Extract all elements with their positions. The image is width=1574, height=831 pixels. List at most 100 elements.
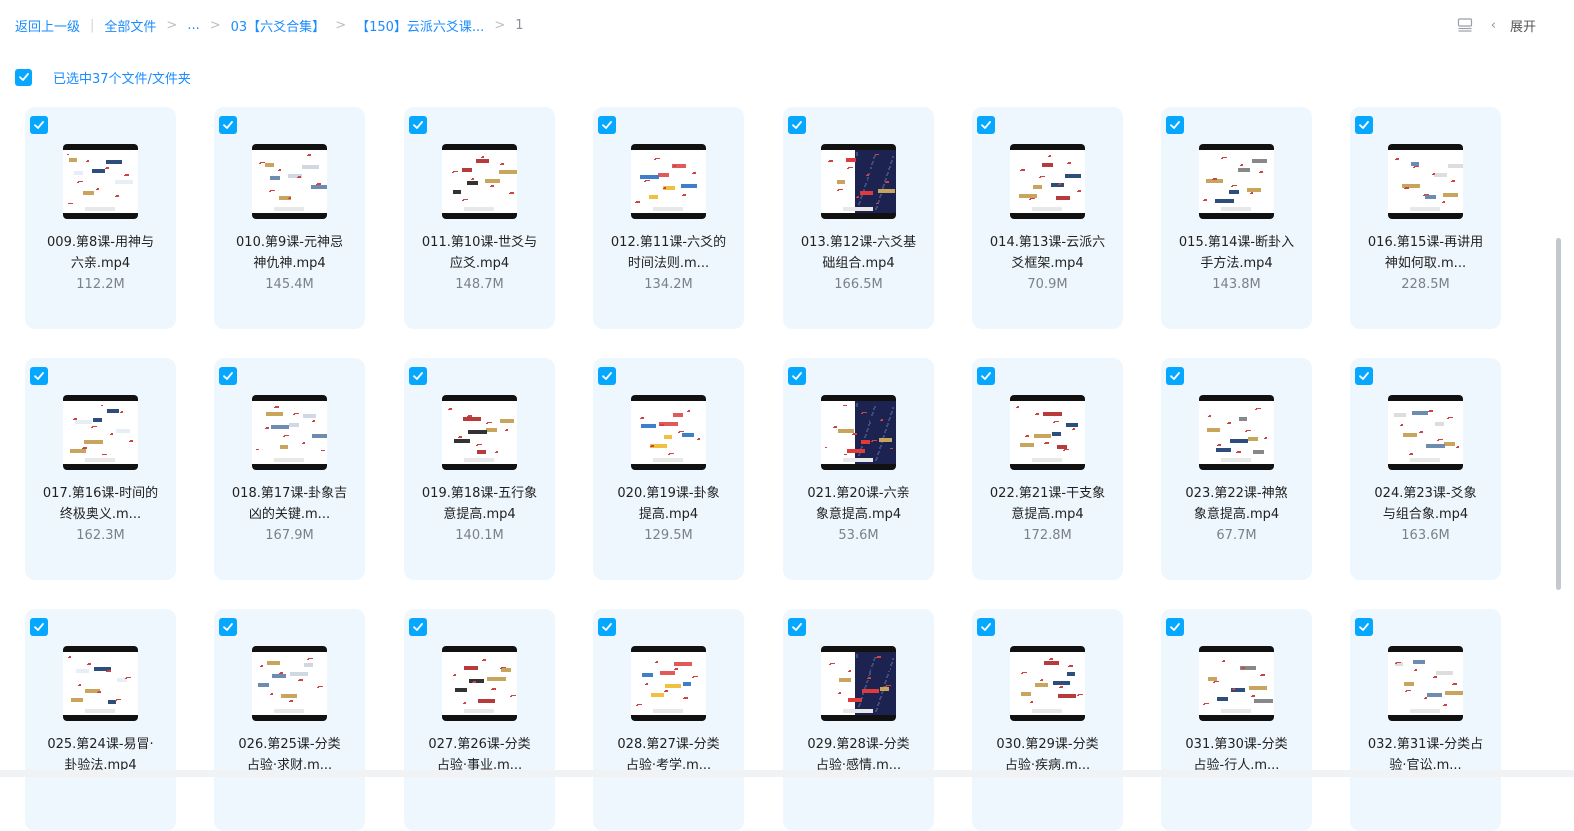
- video-thumbnail[interactable]: [631, 395, 706, 470]
- video-thumbnail[interactable]: [631, 646, 706, 721]
- video-thumbnail[interactable]: [1388, 646, 1463, 721]
- file-checkbox[interactable]: [1166, 116, 1184, 134]
- file-card[interactable]: 032.第31课-分类占 验·官讼.m...: [1350, 609, 1501, 831]
- back-link[interactable]: 返回上一级: [15, 16, 80, 35]
- file-card[interactable]: 018.第17课-卦象吉 凶的关键.m... 167.9M: [214, 358, 365, 580]
- breadcrumb-all-files[interactable]: 全部文件: [104, 16, 156, 35]
- video-thumbnail[interactable]: [63, 395, 138, 470]
- file-card[interactable]: 015.第14课-断卦入 手方法.mp4 143.8M: [1161, 107, 1312, 329]
- file-card[interactable]: 019.第18课-五行象 意提高.mp4 140.1M: [404, 358, 555, 580]
- file-card[interactable]: 030.第29课-分类 占验·疾病.m...: [972, 609, 1123, 831]
- file-name[interactable]: 015.第14课-断卦入 手方法.mp4: [1165, 232, 1308, 274]
- file-name[interactable]: 022.第21课-干支象 意提高.mp4: [976, 483, 1119, 525]
- file-card[interactable]: 028.第27课-分类 占验·考学.m...: [593, 609, 744, 831]
- file-name[interactable]: 019.第18课-五行象 意提高.mp4: [408, 483, 551, 525]
- file-checkbox[interactable]: [30, 367, 48, 385]
- vertical-scrollbar[interactable]: [1556, 238, 1561, 590]
- video-thumbnail[interactable]: [1388, 395, 1463, 470]
- video-thumbnail[interactable]: [821, 395, 896, 470]
- file-checkbox[interactable]: [219, 618, 237, 636]
- video-thumbnail[interactable]: [63, 646, 138, 721]
- file-checkbox[interactable]: [1355, 367, 1373, 385]
- file-checkbox[interactable]: [977, 367, 995, 385]
- file-card[interactable]: 027.第26课-分类 占验·事业.m...: [404, 609, 555, 831]
- file-card[interactable]: 023.第22课-神煞 象意提高.mp4 67.7M: [1161, 358, 1312, 580]
- file-checkbox[interactable]: [30, 116, 48, 134]
- file-card[interactable]: 011.第10课-世爻与 应爻.mp4 148.7M: [404, 107, 555, 329]
- file-checkbox[interactable]: [977, 618, 995, 636]
- file-name[interactable]: 020.第19课-卦象 提高.mp4: [597, 483, 740, 525]
- breadcrumb-current: 1: [515, 17, 524, 33]
- video-thumbnail[interactable]: [821, 646, 896, 721]
- file-name[interactable]: 024.第23课-爻象 与组合象.mp4: [1354, 483, 1497, 525]
- file-name[interactable]: 011.第10课-世爻与 应爻.mp4: [408, 232, 551, 274]
- file-card[interactable]: 031.第30课-分类 占验-行人.m...: [1161, 609, 1312, 831]
- file-card[interactable]: 025.第24课-易冒· 卦验法.mp4: [25, 609, 176, 831]
- file-card[interactable]: 010.第9课-元神忌 神仇神.mp4 145.4M: [214, 107, 365, 329]
- file-checkbox[interactable]: [30, 618, 48, 636]
- video-thumbnail[interactable]: [442, 395, 517, 470]
- breadcrumb-level1[interactable]: 03【六爻合集】: [231, 16, 326, 35]
- video-thumbnail[interactable]: [1388, 144, 1463, 219]
- file-checkbox[interactable]: [1166, 618, 1184, 636]
- video-thumbnail[interactable]: [631, 144, 706, 219]
- video-thumbnail[interactable]: [442, 646, 517, 721]
- file-checkbox[interactable]: [219, 116, 237, 134]
- file-checkbox[interactable]: [1355, 618, 1373, 636]
- file-card[interactable]: 020.第19课-卦象 提高.mp4 129.5M: [593, 358, 744, 580]
- file-checkbox[interactable]: [788, 618, 806, 636]
- file-card[interactable]: 026.第25课-分类 占验·求财.m...: [214, 609, 365, 831]
- video-thumbnail[interactable]: [1010, 395, 1085, 470]
- file-checkbox[interactable]: [788, 367, 806, 385]
- video-thumbnail[interactable]: [1199, 144, 1274, 219]
- breadcrumb-ellipsis[interactable]: ...: [187, 18, 199, 33]
- video-thumbnail[interactable]: [1010, 646, 1085, 721]
- select-all-checkbox[interactable]: [15, 68, 32, 86]
- video-thumbnail[interactable]: [1199, 395, 1274, 470]
- file-name[interactable]: 014.第13课-云派六 爻框架.mp4: [976, 232, 1119, 274]
- file-name[interactable]: 013.第12课-六爻基 础组合.mp4: [787, 232, 930, 274]
- video-thumbnail[interactable]: [1199, 646, 1274, 721]
- file-checkbox[interactable]: [409, 116, 427, 134]
- check-icon: [413, 623, 423, 631]
- file-checkbox[interactable]: [598, 367, 616, 385]
- file-checkbox[interactable]: [788, 116, 806, 134]
- file-name[interactable]: 018.第17课-卦象吉 凶的关键.m...: [218, 483, 361, 525]
- video-thumbnail[interactable]: [252, 144, 327, 219]
- file-name[interactable]: 021.第20课-六亲 象意提高.mp4: [787, 483, 930, 525]
- file-checkbox[interactable]: [409, 618, 427, 636]
- file-checkbox[interactable]: [409, 367, 427, 385]
- file-card[interactable]: 013.第12课-六爻基 础组合.mp4 166.5M: [783, 107, 934, 329]
- file-checkbox[interactable]: [1166, 367, 1184, 385]
- file-name[interactable]: 023.第22课-神煞 象意提高.mp4: [1165, 483, 1308, 525]
- file-checkbox[interactable]: [598, 116, 616, 134]
- file-card[interactable]: 029.第28课-分类 占验·感情.m...: [783, 609, 934, 831]
- file-card[interactable]: 024.第23课-爻象 与组合象.mp4 163.6M: [1350, 358, 1501, 580]
- file-name[interactable]: 009.第8课-用神与 六亲.mp4: [29, 232, 172, 274]
- expand-button[interactable]: ‹ 展开: [1491, 16, 1536, 35]
- breadcrumb-level2[interactable]: 【150】云派六爻课...: [356, 16, 484, 35]
- video-thumbnail[interactable]: [252, 646, 327, 721]
- file-card[interactable]: 022.第21课-干支象 意提高.mp4 172.8M: [972, 358, 1123, 580]
- file-checkbox[interactable]: [1355, 116, 1373, 134]
- file-checkbox[interactable]: [219, 367, 237, 385]
- file-card[interactable]: 017.第16课-时间的 终极奥义.m... 162.3M: [25, 358, 176, 580]
- file-name[interactable]: 010.第9课-元神忌 神仇神.mp4: [218, 232, 361, 274]
- file-card[interactable]: 016.第15课-再讲用 神如何取.m... 228.5M: [1350, 107, 1501, 329]
- file-card[interactable]: 012.第11课-六爻的 时间法则.m... 134.2M: [593, 107, 744, 329]
- file-card[interactable]: 009.第8课-用神与 六亲.mp4 112.2M: [25, 107, 176, 329]
- video-thumbnail[interactable]: [1010, 144, 1085, 219]
- file-card[interactable]: 014.第13课-云派六 爻框架.mp4 70.9M: [972, 107, 1123, 329]
- file-name-line1: 025.第24课-易冒·: [47, 737, 154, 752]
- file-name[interactable]: 012.第11课-六爻的 时间法则.m...: [597, 232, 740, 274]
- list-view-icon[interactable]: [1457, 17, 1473, 33]
- video-thumbnail[interactable]: [442, 144, 517, 219]
- file-checkbox[interactable]: [977, 116, 995, 134]
- video-thumbnail[interactable]: [63, 144, 138, 219]
- file-card[interactable]: 021.第20课-六亲 象意提高.mp4 53.6M: [783, 358, 934, 580]
- video-thumbnail[interactable]: [252, 395, 327, 470]
- file-checkbox[interactable]: [598, 618, 616, 636]
- video-thumbnail[interactable]: [821, 144, 896, 219]
- file-name[interactable]: 016.第15课-再讲用 神如何取.m...: [1354, 232, 1497, 274]
- file-name[interactable]: 017.第16课-时间的 终极奥义.m...: [29, 483, 172, 525]
